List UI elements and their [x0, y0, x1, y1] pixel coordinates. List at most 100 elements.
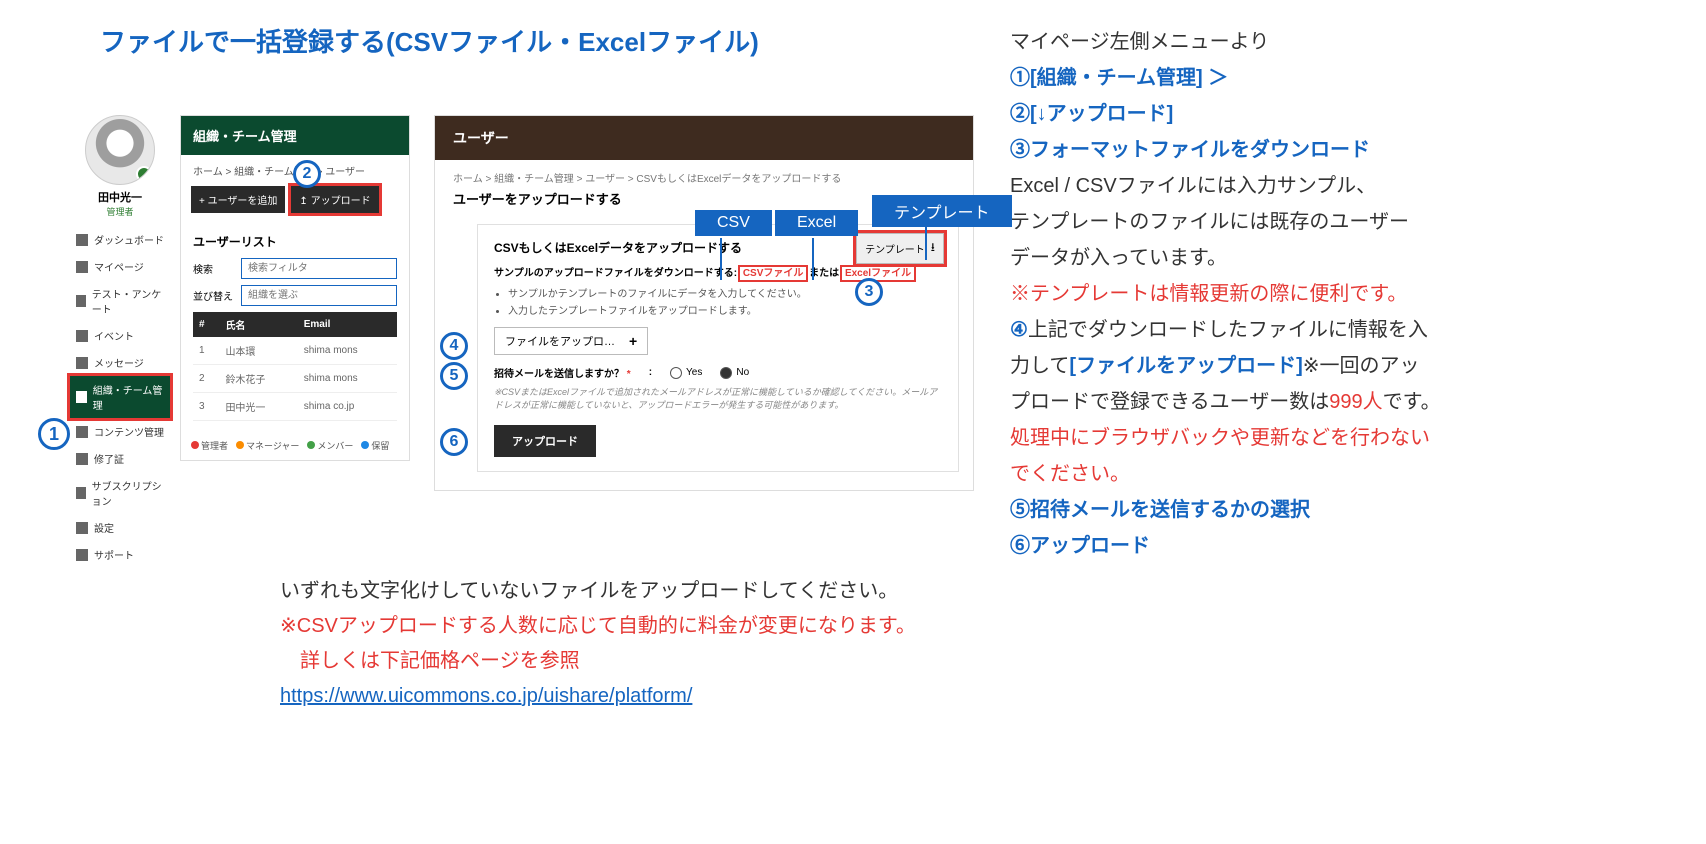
callout-line: [925, 222, 927, 260]
medal-icon: [76, 453, 88, 465]
sidebar-item-content[interactable]: コンテンツ管理: [70, 418, 170, 445]
callout-marker-5: 5: [440, 362, 468, 390]
radio-yes[interactable]: Yes: [670, 367, 702, 379]
grid-icon: [76, 234, 88, 246]
doc-icon: [76, 295, 86, 307]
content-icon: [76, 426, 88, 438]
user-name: 田中光一: [70, 189, 170, 205]
callout-tag-template: テンプレート: [872, 195, 1012, 227]
user-role: 管理者: [70, 205, 170, 218]
instruction-line: ②[↓アップロード]: [1010, 96, 1670, 132]
table-row: 3田中光一shima co.jp: [193, 393, 397, 421]
callout-line: [812, 238, 814, 280]
plus-icon: +: [629, 333, 637, 349]
sidebar-item-message[interactable]: メッセージ: [70, 349, 170, 376]
instruction-line: Excel / CSVファイルには入力サンプル、: [1010, 168, 1670, 204]
megaphone-icon: [76, 330, 88, 342]
note-line: いずれも文字化けしていないファイルをアップロードしてください。: [280, 574, 916, 609]
instructions-column: マイページ左側メニューより ①[組織・チーム管理] ＞ ②[↓アップロード] ③…: [1010, 24, 1670, 564]
instruction-line: マイページ左側メニューより: [1010, 24, 1670, 60]
sort-label: 並び替え: [193, 288, 233, 303]
chat-icon: [76, 357, 88, 369]
sidebar-item-event[interactable]: イベント: [70, 322, 170, 349]
callout-tag-csv: CSV: [695, 210, 772, 236]
sidebar-item-label: コンテンツ管理: [94, 424, 164, 439]
sidebar-screenshot: 田中光一 管理者 ダッシュボード マイページ テスト・アンケート イベント メッ…: [70, 115, 170, 568]
breadcrumb: ホーム > 組織・チーム管理 > ユーザー > CSVもしくはExcelデータを…: [435, 160, 973, 189]
instruction-line: ※テンプレートは情報更新の際に便利です。: [1010, 276, 1670, 312]
sidebar-item-label: サポート: [94, 547, 134, 562]
callout-tag-excel: Excel: [775, 210, 858, 236]
instruction-line: ⑤招待メールを送信するかの選択: [1010, 492, 1670, 528]
instruction-line: でください。: [1010, 456, 1670, 492]
upload-note: ※CSVまたはExcelファイルで追加されたメールアドレスが正常に機能しているか…: [494, 386, 942, 411]
instruction-bullet: 入力したテンプレートファイルをアップロードします。: [508, 302, 942, 317]
excel-download-link[interactable]: Excelファイル: [842, 267, 914, 280]
search-label: 検索: [193, 261, 233, 276]
sidebar-item-label: 組織・チーム管理: [93, 382, 164, 412]
sort-input[interactable]: [241, 285, 397, 306]
file-upload-button[interactable]: ファイルをアップロ…+: [494, 327, 648, 355]
sidebar-item-cert[interactable]: 修了証: [70, 445, 170, 472]
note-line: 詳しくは下記価格ページを参照: [280, 644, 916, 679]
note-line: ※CSVアップロードする人数に応じて自動的に料金が変更になります。: [280, 609, 916, 644]
gear-icon: [76, 522, 88, 534]
col-index: #: [193, 312, 219, 337]
callout-marker-1: 1: [38, 418, 70, 450]
instruction-line: 力して[ファイルをアップロード]※一回のアッ: [1010, 348, 1670, 384]
sidebar-item-subscription[interactable]: サブスクリプション: [70, 472, 170, 514]
col-name: 氏名: [219, 312, 297, 337]
sidebar-item-label: サブスクリプション: [92, 478, 164, 508]
template-download-button[interactable]: テンプレート: [856, 233, 944, 264]
org-icon: [76, 391, 87, 403]
panel-header: 組織・チーム管理: [181, 116, 409, 155]
instruction-line: 処理中にブラウザバックや更新などを行わない: [1010, 420, 1670, 456]
instruction-line: ⑥アップロード: [1010, 528, 1670, 564]
instruction-line: テンプレートのファイルには既存のユーザー: [1010, 204, 1670, 240]
upload-button[interactable]: ↥ アップロード: [291, 186, 378, 213]
role-legend: 管理者 マネージャー メンバー 保留: [181, 431, 409, 460]
add-user-button[interactable]: + ユーザーを追加: [191, 186, 285, 213]
user-list-title: ユーザーリスト: [193, 233, 397, 250]
callout-marker-3: 3: [855, 278, 883, 306]
sidebar-item-label: 設定: [94, 520, 114, 535]
csv-download-link[interactable]: CSVファイル: [740, 267, 807, 280]
panel-header: ユーザー: [435, 116, 973, 160]
table-row: 1山本環shima mons: [193, 337, 397, 365]
sidebar-item-org[interactable]: 組織・チーム管理: [70, 376, 170, 418]
table-row: 2鈴木花子shima mons: [193, 365, 397, 393]
upload-panel-screenshot: ユーザー ホーム > 組織・チーム管理 > ユーザー > CSVもしくはExce…: [434, 115, 974, 491]
sidebar-item-support[interactable]: サポート: [70, 541, 170, 568]
sidebar-item-label: マイページ: [94, 259, 144, 274]
sidebar-item-label: テスト・アンケート: [92, 286, 164, 316]
download-icon: [931, 238, 935, 259]
pricing-link[interactable]: https://www.uicommons.co.jp/uishare/plat…: [280, 685, 692, 707]
callout-marker-2: 2: [293, 160, 321, 188]
col-email: Email: [298, 312, 397, 337]
callout-line: [720, 238, 722, 280]
instruction-line: ③フォーマットファイルをダウンロード: [1010, 132, 1670, 168]
submit-upload-button[interactable]: アップロード: [494, 425, 596, 457]
instruction-line: プロードで登録できるユーザー数は999人です。: [1010, 384, 1670, 420]
sidebar-item-label: メッセージ: [94, 355, 144, 370]
sidebar-item-label: ダッシュボード: [94, 232, 164, 247]
bottom-notes: いずれも文字化けしていないファイルをアップロードしてください。 ※CSVアップロ…: [280, 574, 916, 714]
sidebar-item-settings[interactable]: 設定: [70, 514, 170, 541]
sample-download-line: サンプルのアップロードファイルをダウンロードする: CSVファイル または Ex…: [494, 264, 942, 279]
callout-marker-6: 6: [440, 428, 468, 456]
refresh-icon: [76, 487, 86, 499]
search-input[interactable]: [241, 258, 397, 279]
instruction-line: ①[組織・チーム管理] ＞: [1010, 60, 1670, 96]
radio-no[interactable]: No: [720, 367, 749, 379]
page-title: ファイルで一括登録する(CSVファイル・Excelファイル): [100, 22, 759, 59]
avatar-edit-badge: [136, 166, 152, 182]
sidebar-item-label: イベント: [94, 328, 134, 343]
sidebar-item-test[interactable]: テスト・アンケート: [70, 280, 170, 322]
avatar: [85, 115, 155, 185]
sidebar-item-dashboard[interactable]: ダッシュボード: [70, 226, 170, 253]
sidebar-item-mypage[interactable]: マイページ: [70, 253, 170, 280]
callout-marker-4: 4: [440, 332, 468, 360]
instruction-line: データが入っています。: [1010, 240, 1670, 276]
user-table: # 氏名 Email 1山本環shima mons 2鈴木花子shima mon…: [193, 312, 397, 421]
upload-card: テンプレート CSVもしくはExcelデータをアップロードする サンプルのアップ…: [477, 224, 959, 472]
